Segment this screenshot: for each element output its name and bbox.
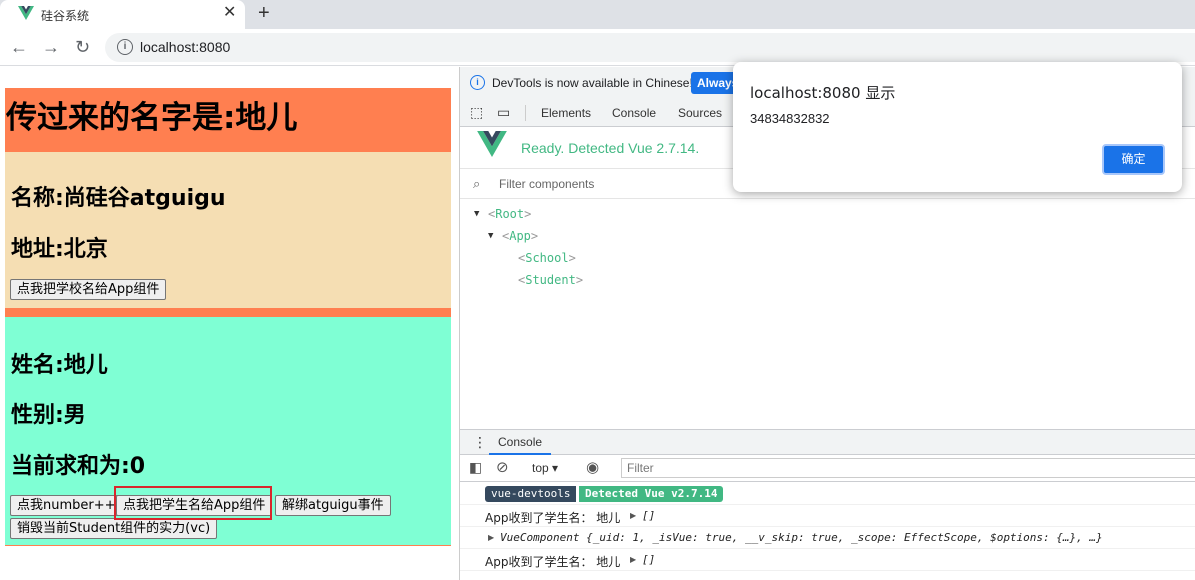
expand-icon[interactable]: ▶	[630, 555, 636, 564]
banner-text: DevTools is now available in Chinese!	[492, 76, 693, 90]
tab-elements[interactable]: Elements	[541, 106, 591, 120]
eye-icon[interactable]: ◉	[586, 458, 599, 476]
console-toolbar: ◧ ⊘ top ▾ ◉ Filter	[460, 455, 1195, 482]
school-component: 名称:尚硅谷atguigu 地址:北京 点我把学校名给App组件	[5, 152, 451, 308]
vue-logo-icon	[477, 131, 507, 157]
tree-label-student: Student	[525, 273, 576, 287]
search-icon: ⌕	[473, 176, 481, 191]
tab-console[interactable]: Console	[612, 106, 656, 120]
tree-label-app: App	[509, 229, 531, 243]
inspect-icon[interactable]: ⬚	[470, 104, 483, 121]
sidebar-toggle-icon[interactable]: ◧	[469, 459, 482, 476]
context-label: top	[532, 461, 549, 475]
vue-devtools-tag: vue-devtools	[485, 486, 577, 502]
number-increment-button[interactable]: 点我number++	[10, 495, 123, 516]
tab-title: 硅谷系统	[41, 9, 90, 23]
alert-title: localhost:8080 显示	[750, 84, 896, 102]
student-gender: 性别:男	[11, 403, 86, 428]
more-icon[interactable]: ⋮	[473, 434, 487, 451]
log-message: App收到了学生名： 地儿	[485, 511, 621, 525]
app-title: 传过来的名字是:地儿	[6, 100, 298, 136]
expand-icon[interactable]: ▶	[488, 533, 494, 542]
filter-components-input[interactable]: Filter components	[499, 177, 594, 191]
tab-separator	[525, 105, 526, 121]
expand-icon[interactable]: ▼	[488, 231, 493, 241]
console-log-row: ▶ VueComponent {_uid: 1, _isVue: true, _…	[460, 527, 1195, 549]
tree-node-app[interactable]: ▼ <App>	[488, 229, 688, 245]
destroy-student-button[interactable]: 销毁当前Student组件的实力(vc)	[10, 518, 218, 539]
console-log-row: App收到了学生名： 地儿 ▶ []	[460, 549, 1195, 571]
tree-node-root[interactable]: ▼ <Root>	[474, 207, 674, 223]
info-icon: i	[470, 75, 485, 90]
app-component: 传过来的名字是:地儿 名称:尚硅谷atguigu 地址:北京 点我把学校名给Ap…	[5, 88, 451, 546]
omnibox[interactable]: i localhost:8080	[105, 33, 1195, 62]
console-drawer-header: ⋮ Console	[460, 429, 1195, 455]
send-school-name-button[interactable]: 点我把学校名给App组件	[10, 279, 167, 300]
school-name: 名称:尚硅谷atguigu	[11, 186, 226, 211]
console-filter-input[interactable]: Filter	[621, 458, 1195, 478]
url-text: localhost:8080	[140, 39, 231, 55]
back-icon[interactable]: ←	[10, 35, 28, 59]
site-info-icon[interactable]: i	[117, 39, 133, 55]
expand-icon[interactable]: ▶	[630, 511, 636, 520]
tree-label-root: Root	[495, 207, 525, 221]
expand-icon[interactable]: ▼	[474, 209, 479, 219]
tab-close-icon[interactable]: ✕	[223, 4, 236, 22]
log-message: App收到了学生名： 地儿	[485, 555, 621, 569]
tab-console-drawer[interactable]: Console	[489, 430, 552, 455]
vue-logo-icon	[18, 6, 34, 20]
alert-ok-button[interactable]: 确定	[1102, 144, 1165, 175]
reload-icon[interactable]: ↻	[75, 35, 90, 59]
clear-console-icon[interactable]: ⊘	[496, 458, 509, 476]
address-bar: ← → ↻ i localhost:8080	[0, 29, 1195, 66]
vue-ready-text: Ready. Detected Vue 2.7.14.	[521, 140, 700, 156]
device-toolbar-icon[interactable]: ▭	[497, 104, 510, 121]
school-address: 地址:北京	[11, 237, 108, 262]
log-object[interactable]: VueComponent {_uid: 1, _isVue: true, __v…	[500, 531, 1103, 544]
unbind-event-button[interactable]: 解绑atguigu事件	[275, 495, 391, 516]
log-array[interactable]: []	[642, 509, 655, 522]
student-name: 姓名:地儿	[11, 353, 108, 378]
console-log-row: vue-devtools Detected Vue v2.7.14	[460, 483, 1195, 505]
tree-node-school[interactable]: <School>	[518, 251, 718, 267]
tab-bar: 硅谷系统 ✕ +	[0, 0, 1195, 29]
browser-tab[interactable]: 硅谷系统 ✕	[0, 0, 245, 29]
tree-label-school: School	[525, 251, 569, 265]
new-tab-icon[interactable]: +	[258, 2, 270, 24]
alert-message: 34834832832	[750, 111, 830, 126]
log-array[interactable]: []	[642, 553, 655, 566]
alert-dialog: localhost:8080 显示 34834832832 确定	[733, 62, 1182, 192]
student-sum: 当前求和为:0	[11, 454, 146, 479]
tab-sources[interactable]: Sources	[678, 106, 722, 120]
console-log-row: App收到了学生名： 地儿 ▶ []	[460, 505, 1195, 527]
forward-icon[interactable]: →	[42, 35, 60, 59]
detected-vue-tag: Detected Vue v2.7.14	[579, 486, 724, 502]
context-selector[interactable]: top ▾	[532, 461, 558, 475]
highlight-box	[114, 486, 272, 520]
tree-node-student[interactable]: <Student>	[518, 273, 718, 289]
